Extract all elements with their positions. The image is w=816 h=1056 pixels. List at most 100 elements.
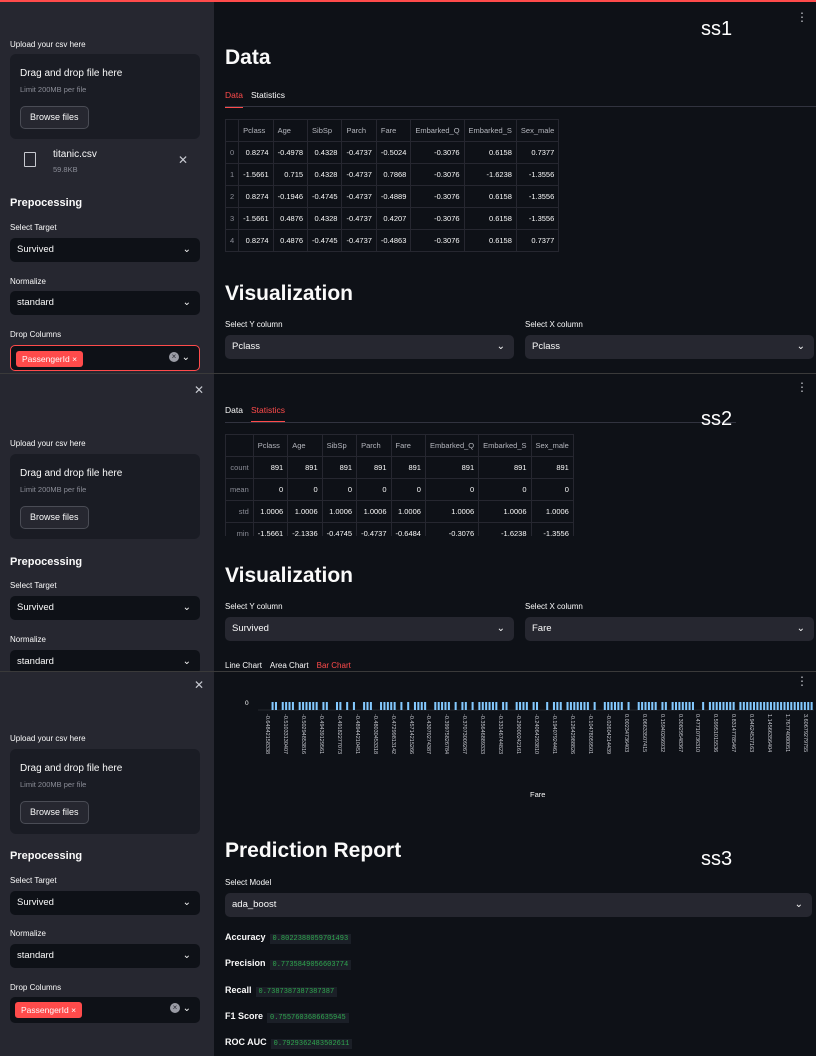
x-column-select[interactable]: Pclass ⌄	[525, 335, 814, 359]
bar[interactable]	[722, 702, 725, 710]
target-select[interactable]: Survived ⌄	[10, 238, 200, 262]
target-select[interactable]: Survived ⌄	[10, 596, 200, 620]
bar[interactable]	[444, 702, 447, 710]
bar[interactable]	[573, 702, 576, 710]
y-column-select[interactable]: Pclass ⌄	[225, 335, 514, 359]
column-header[interactable]: Age	[287, 434, 323, 457]
bar[interactable]	[607, 702, 610, 710]
column-header[interactable]: Embarked_Q	[410, 119, 465, 142]
bar[interactable]	[580, 702, 583, 710]
bar[interactable]	[546, 702, 549, 710]
bar[interactable]	[339, 702, 342, 710]
tab-statistics[interactable]: Statistics	[250, 405, 285, 423]
bar[interactable]	[305, 702, 308, 710]
bar[interactable]	[807, 702, 810, 710]
clear-icon[interactable]: ×	[170, 1003, 180, 1013]
bar[interactable]	[525, 702, 528, 710]
bar[interactable]	[298, 702, 301, 710]
bar[interactable]	[502, 702, 505, 710]
drop-columns-multiselect[interactable]: PassengerId × × ⌄	[10, 345, 200, 371]
bar[interactable]	[437, 702, 440, 710]
bar[interactable]	[793, 702, 796, 710]
bar[interactable]	[441, 702, 444, 710]
target-select[interactable]: Survived ⌄	[10, 891, 200, 915]
bar[interactable]	[769, 702, 772, 710]
bar[interactable]	[390, 702, 393, 710]
column-header[interactable]: Embarked_S	[463, 119, 517, 142]
browse-files-button[interactable]: Browse files	[20, 106, 89, 129]
bar[interactable]	[424, 702, 427, 710]
bar[interactable]	[763, 702, 766, 710]
bar[interactable]	[610, 702, 613, 710]
bar[interactable]	[776, 702, 779, 710]
x-column-select[interactable]: Fare ⌄	[525, 617, 814, 641]
bar[interactable]	[729, 702, 732, 710]
normalize-select[interactable]: standard ⌄	[10, 291, 200, 315]
bar[interactable]	[302, 702, 305, 710]
bar[interactable]	[420, 702, 423, 710]
bar[interactable]	[644, 702, 647, 710]
bar[interactable]	[654, 702, 657, 710]
bar[interactable]	[366, 702, 369, 710]
stats-table-viewport[interactable]: Pclass Age SibSp Parch Fare Embarked_Q Embarke…	[225, 434, 625, 536]
column-header[interactable]: Age	[272, 119, 309, 142]
bar[interactable]	[661, 702, 664, 710]
bar[interactable]	[664, 702, 667, 710]
bar[interactable]	[752, 702, 756, 710]
bar[interactable]	[681, 702, 684, 710]
column-header[interactable]	[224, 119, 240, 142]
browse-files-button[interactable]: Browse files	[20, 506, 89, 529]
bar[interactable]	[312, 702, 315, 710]
bar[interactable]	[515, 702, 518, 710]
bar[interactable]	[274, 702, 277, 710]
close-sidebar-icon[interactable]: ✕	[194, 383, 204, 397]
bar[interactable]	[522, 702, 525, 710]
column-header[interactable]: SibSp	[307, 119, 343, 142]
bar[interactable]	[471, 702, 474, 710]
bar[interactable]	[800, 702, 803, 710]
bar[interactable]	[519, 702, 522, 710]
bar[interactable]	[746, 702, 749, 710]
bar[interactable]	[566, 702, 569, 710]
bar[interactable]	[583, 702, 586, 710]
bar[interactable]	[651, 702, 654, 710]
bar[interactable]	[756, 702, 759, 710]
normalize-select[interactable]: standard ⌄	[10, 650, 200, 671]
chevron-down-icon[interactable]: ⌄	[183, 1003, 191, 1015]
bar[interactable]	[383, 702, 386, 710]
chart-menu-icon[interactable]: ⋮	[796, 674, 808, 688]
bar[interactable]	[393, 702, 396, 710]
tab-bar-chart[interactable]: Bar Chart	[317, 661, 351, 671]
bar[interactable]	[485, 702, 488, 710]
bar[interactable]	[291, 702, 294, 710]
column-tag[interactable]: PassengerId ×	[16, 351, 84, 367]
bar[interactable]	[386, 702, 389, 710]
bar[interactable]	[603, 702, 606, 710]
bar[interactable]	[620, 702, 623, 710]
bar[interactable]	[742, 702, 745, 710]
remove-file-icon[interactable]: ✕	[178, 153, 188, 167]
bar[interactable]	[719, 702, 722, 710]
bar[interactable]	[715, 702, 718, 710]
browse-files-button[interactable]: Browse files	[20, 801, 89, 824]
bar[interactable]	[675, 702, 678, 710]
y-column-select[interactable]: Survived ⌄	[225, 617, 514, 641]
normalize-select[interactable]: standard ⌄	[10, 944, 200, 968]
drop-columns-multiselect[interactable]: PassengerId × × ⌄	[10, 997, 200, 1023]
bar[interactable]	[335, 702, 339, 710]
bar[interactable]	[380, 702, 383, 710]
bar[interactable]	[627, 702, 630, 710]
bar[interactable]	[702, 702, 705, 710]
bar[interactable]	[322, 702, 325, 710]
column-header[interactable]: Fare	[390, 434, 426, 457]
bar[interactable]	[271, 702, 274, 710]
column-header[interactable]: Sex_male	[515, 119, 560, 142]
bar[interactable]	[749, 702, 752, 710]
bar[interactable]	[556, 702, 559, 710]
bar[interactable]	[688, 702, 691, 710]
bar[interactable]	[325, 702, 328, 710]
bar[interactable]	[536, 702, 539, 710]
bar[interactable]	[447, 702, 450, 710]
bar[interactable]	[617, 702, 620, 710]
bar[interactable]	[739, 702, 742, 710]
